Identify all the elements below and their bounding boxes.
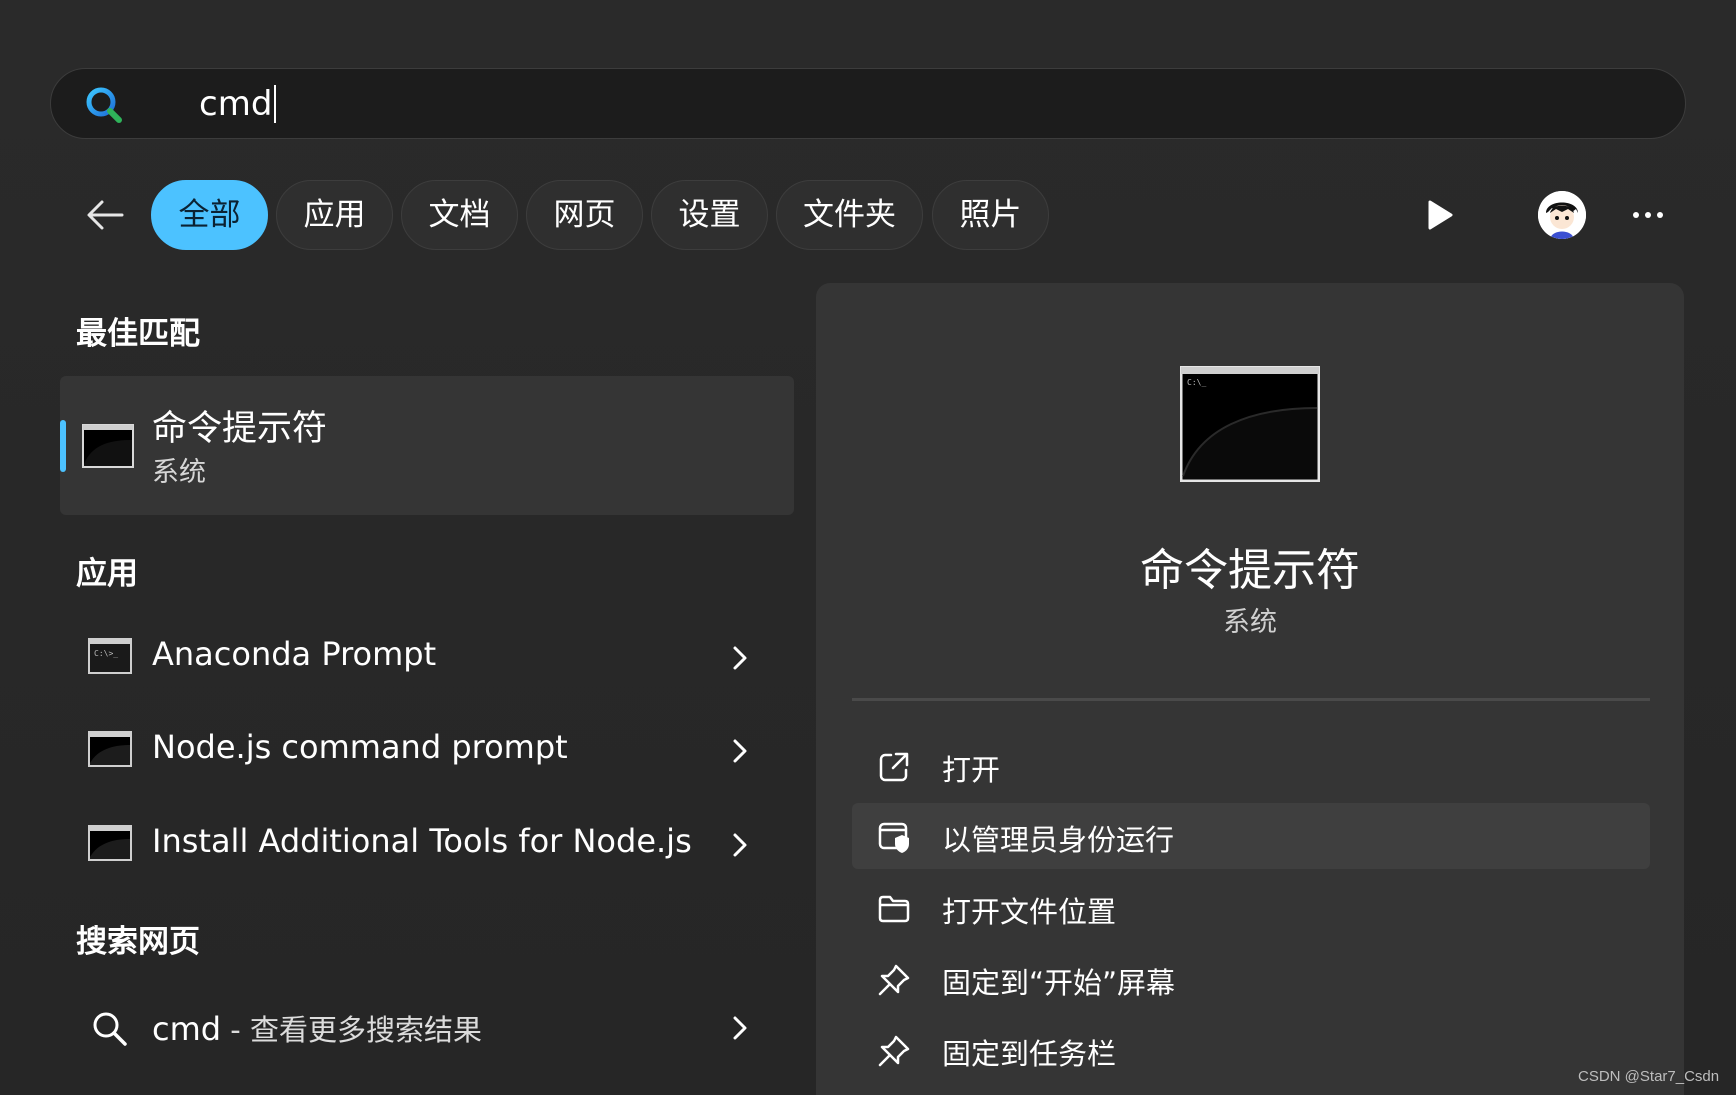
pin-icon [876, 962, 912, 998]
apps-heading: 应用 [76, 556, 138, 592]
divider [852, 698, 1650, 701]
folder-icon [876, 891, 912, 927]
detail-title: 命令提示符 [1140, 545, 1360, 596]
user-avatar[interactable] [1538, 191, 1586, 239]
filter-chip-web[interactable]: 网页 [526, 180, 643, 250]
chevron-right-icon[interactable] [728, 736, 752, 766]
chevron-right-icon[interactable] [728, 830, 752, 860]
detail-subtitle: 系统 [1223, 607, 1277, 638]
action-label: 以管理员身份运行 [942, 823, 1175, 857]
filter-chip-apps[interactable]: 应用 [276, 180, 393, 250]
app-item-anaconda-prompt[interactable]: C:\>_ Anaconda Prompt [60, 613, 794, 703]
open-external-icon [876, 749, 912, 785]
filter-chip-folders[interactable]: 文件夹 [776, 180, 923, 250]
filter-chip-documents[interactable]: 文档 [401, 180, 518, 250]
command-prompt-icon: C:\_ [1179, 365, 1321, 483]
watermark: CSDN @Star7_Csdn [1578, 1068, 1720, 1085]
web-search-label: cmd - 查看更多搜索结果 [152, 1007, 482, 1049]
action-run-as-admin[interactable]: 以管理员身份运行 [852, 803, 1650, 869]
text-caret [274, 85, 277, 123]
svg-text:C:\_: C:\_ [1187, 378, 1206, 387]
chevron-right-icon[interactable] [728, 1013, 752, 1043]
action-label: 固定到“开始”屏幕 [942, 966, 1176, 1000]
chevron-right-icon[interactable] [728, 643, 752, 673]
filter-chip-photos[interactable]: 照片 [932, 180, 1049, 250]
action-open[interactable]: 打开 [852, 733, 1650, 799]
search-query: cmd [199, 84, 273, 124]
action-label: 打开文件位置 [942, 895, 1117, 929]
pin-icon [876, 1033, 912, 1069]
command-prompt-icon [82, 424, 134, 468]
app-item-install-additional-tools[interactable]: Install Additional Tools for Node.js [60, 800, 794, 890]
svg-text:C:\>_: C:\>_ [94, 649, 118, 658]
action-label: 固定到任务栏 [942, 1037, 1117, 1071]
action-open-file-location[interactable]: 打开文件位置 [852, 875, 1650, 941]
app-item-nodejs-command-prompt[interactable]: Node.js command prompt [60, 706, 794, 796]
app-item-label: Install Additional Tools for Node.js [152, 822, 692, 860]
filter-chip-settings[interactable]: 设置 [651, 180, 768, 250]
terminal-icon [88, 731, 132, 767]
web-search-heading: 搜索网页 [76, 924, 200, 960]
admin-shield-icon [876, 819, 912, 855]
best-match-category: 系统 [152, 457, 206, 488]
action-pin-to-taskbar[interactable]: 固定到任务栏 [852, 1017, 1650, 1083]
app-item-label: Anaconda Prompt [152, 635, 437, 673]
search-box[interactable]: cmd [50, 68, 1686, 139]
play-icon[interactable] [1420, 196, 1458, 234]
search-icon [90, 1009, 130, 1049]
best-match-name: 命令提示符 [152, 409, 328, 449]
selection-indicator [60, 420, 66, 472]
search-window: cmd 全部 应用 文档 网页 设置 文件夹 照片 最佳匹配 命令提示符 系统 … [0, 0, 1736, 1095]
more-options-icon[interactable] [1628, 200, 1668, 230]
action-pin-to-start[interactable]: 固定到“开始”屏幕 [852, 946, 1650, 1012]
web-search-query: cmd [152, 1010, 222, 1048]
filter-chip-all[interactable]: 全部 [151, 180, 268, 250]
best-match-heading: 最佳匹配 [76, 316, 200, 352]
search-icon [83, 84, 125, 126]
web-search-suffix: - 查看更多搜索结果 [221, 1013, 482, 1047]
terminal-icon: C:\>_ [88, 638, 132, 674]
back-arrow-icon[interactable] [82, 192, 128, 238]
web-search-item[interactable]: cmd - 查看更多搜索结果 [60, 983, 794, 1073]
search-input[interactable]: cmd [199, 83, 277, 125]
action-label: 打开 [942, 753, 1001, 787]
app-item-label: Node.js command prompt [152, 728, 568, 766]
terminal-icon [88, 825, 132, 861]
